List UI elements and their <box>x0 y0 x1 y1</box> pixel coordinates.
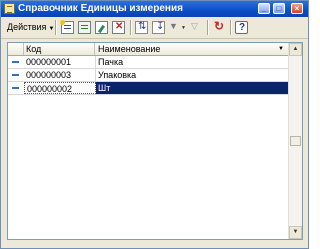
toolbar-separator <box>130 20 132 35</box>
toolbar-separator <box>55 20 57 35</box>
minimize-button[interactable]: _ <box>258 3 270 14</box>
row-marker <box>8 82 24 94</box>
catalog-icon <box>4 3 15 14</box>
item-icon <box>12 74 19 76</box>
items-table[interactable]: Код Наименование ▼ 000000001 Пачка 00000… <box>7 42 303 240</box>
header-marker-column <box>8 43 24 55</box>
filter-icon[interactable] <box>168 21 181 34</box>
window: Справочник Единицы измерения _ □ × Дейст… <box>0 0 309 249</box>
table-row[interactable]: 000000001 Пачка <box>8 56 290 69</box>
cell-code[interactable]: 000000002 <box>24 82 96 94</box>
maximize-button[interactable]: □ <box>273 3 285 14</box>
title-bar[interactable]: Справочник Единицы измерения _ □ × <box>1 1 308 17</box>
sort-icon[interactable] <box>135 21 148 34</box>
cell-name[interactable]: Упаковка <box>96 69 290 81</box>
cell-name[interactable]: Пачка <box>96 56 290 68</box>
chevron-down-icon[interactable]: ▼ <box>181 25 186 31</box>
refresh-icon[interactable] <box>213 19 226 34</box>
toolbar: Действия▼ ▼ <box>1 17 308 39</box>
row-marker <box>8 69 24 81</box>
window-title: Справочник Единицы измерения <box>18 3 183 14</box>
toolbar-separator <box>207 20 209 35</box>
cell-name[interactable]: Шт <box>96 82 290 94</box>
filter-off-icon[interactable] <box>190 21 203 34</box>
item-icon <box>12 61 19 63</box>
column-header-code[interactable]: Код <box>24 43 95 55</box>
scroll-down-button[interactable]: ▼ <box>289 226 302 239</box>
add-icon[interactable] <box>60 20 74 34</box>
column-header-name-label: Наименование <box>98 44 161 54</box>
copy-icon[interactable] <box>78 21 91 34</box>
delete-icon[interactable] <box>112 21 125 34</box>
row-marker <box>8 56 24 68</box>
sort-arrow-icon: ▼ <box>278 46 284 52</box>
scroll-up-button[interactable]: ▲ <box>289 43 302 56</box>
column-header-name[interactable]: Наименование ▼ <box>96 43 290 55</box>
help-icon[interactable] <box>235 21 248 34</box>
toolbar-separator <box>230 20 232 35</box>
item-icon <box>12 87 19 89</box>
vertical-scrollbar[interactable]: ▲ ▼ <box>288 43 302 239</box>
cell-code[interactable]: 000000001 <box>24 56 96 68</box>
edit-icon[interactable] <box>95 21 108 34</box>
table-row-selected[interactable]: 000000002 Шт <box>8 82 290 95</box>
close-button[interactable]: × <box>291 3 303 14</box>
table-header: Код Наименование ▼ <box>8 43 290 56</box>
actions-label: Действия <box>7 22 47 32</box>
actions-menu-button[interactable]: Действия ▼ <box>5 20 56 35</box>
sort-down-icon[interactable] <box>152 21 165 34</box>
chevron-down-icon: ▼ <box>48 26 55 32</box>
cell-code[interactable]: 000000003 <box>24 69 96 81</box>
scroll-thumb[interactable] <box>290 136 301 146</box>
table-row[interactable]: 000000003 Упаковка <box>8 69 290 82</box>
